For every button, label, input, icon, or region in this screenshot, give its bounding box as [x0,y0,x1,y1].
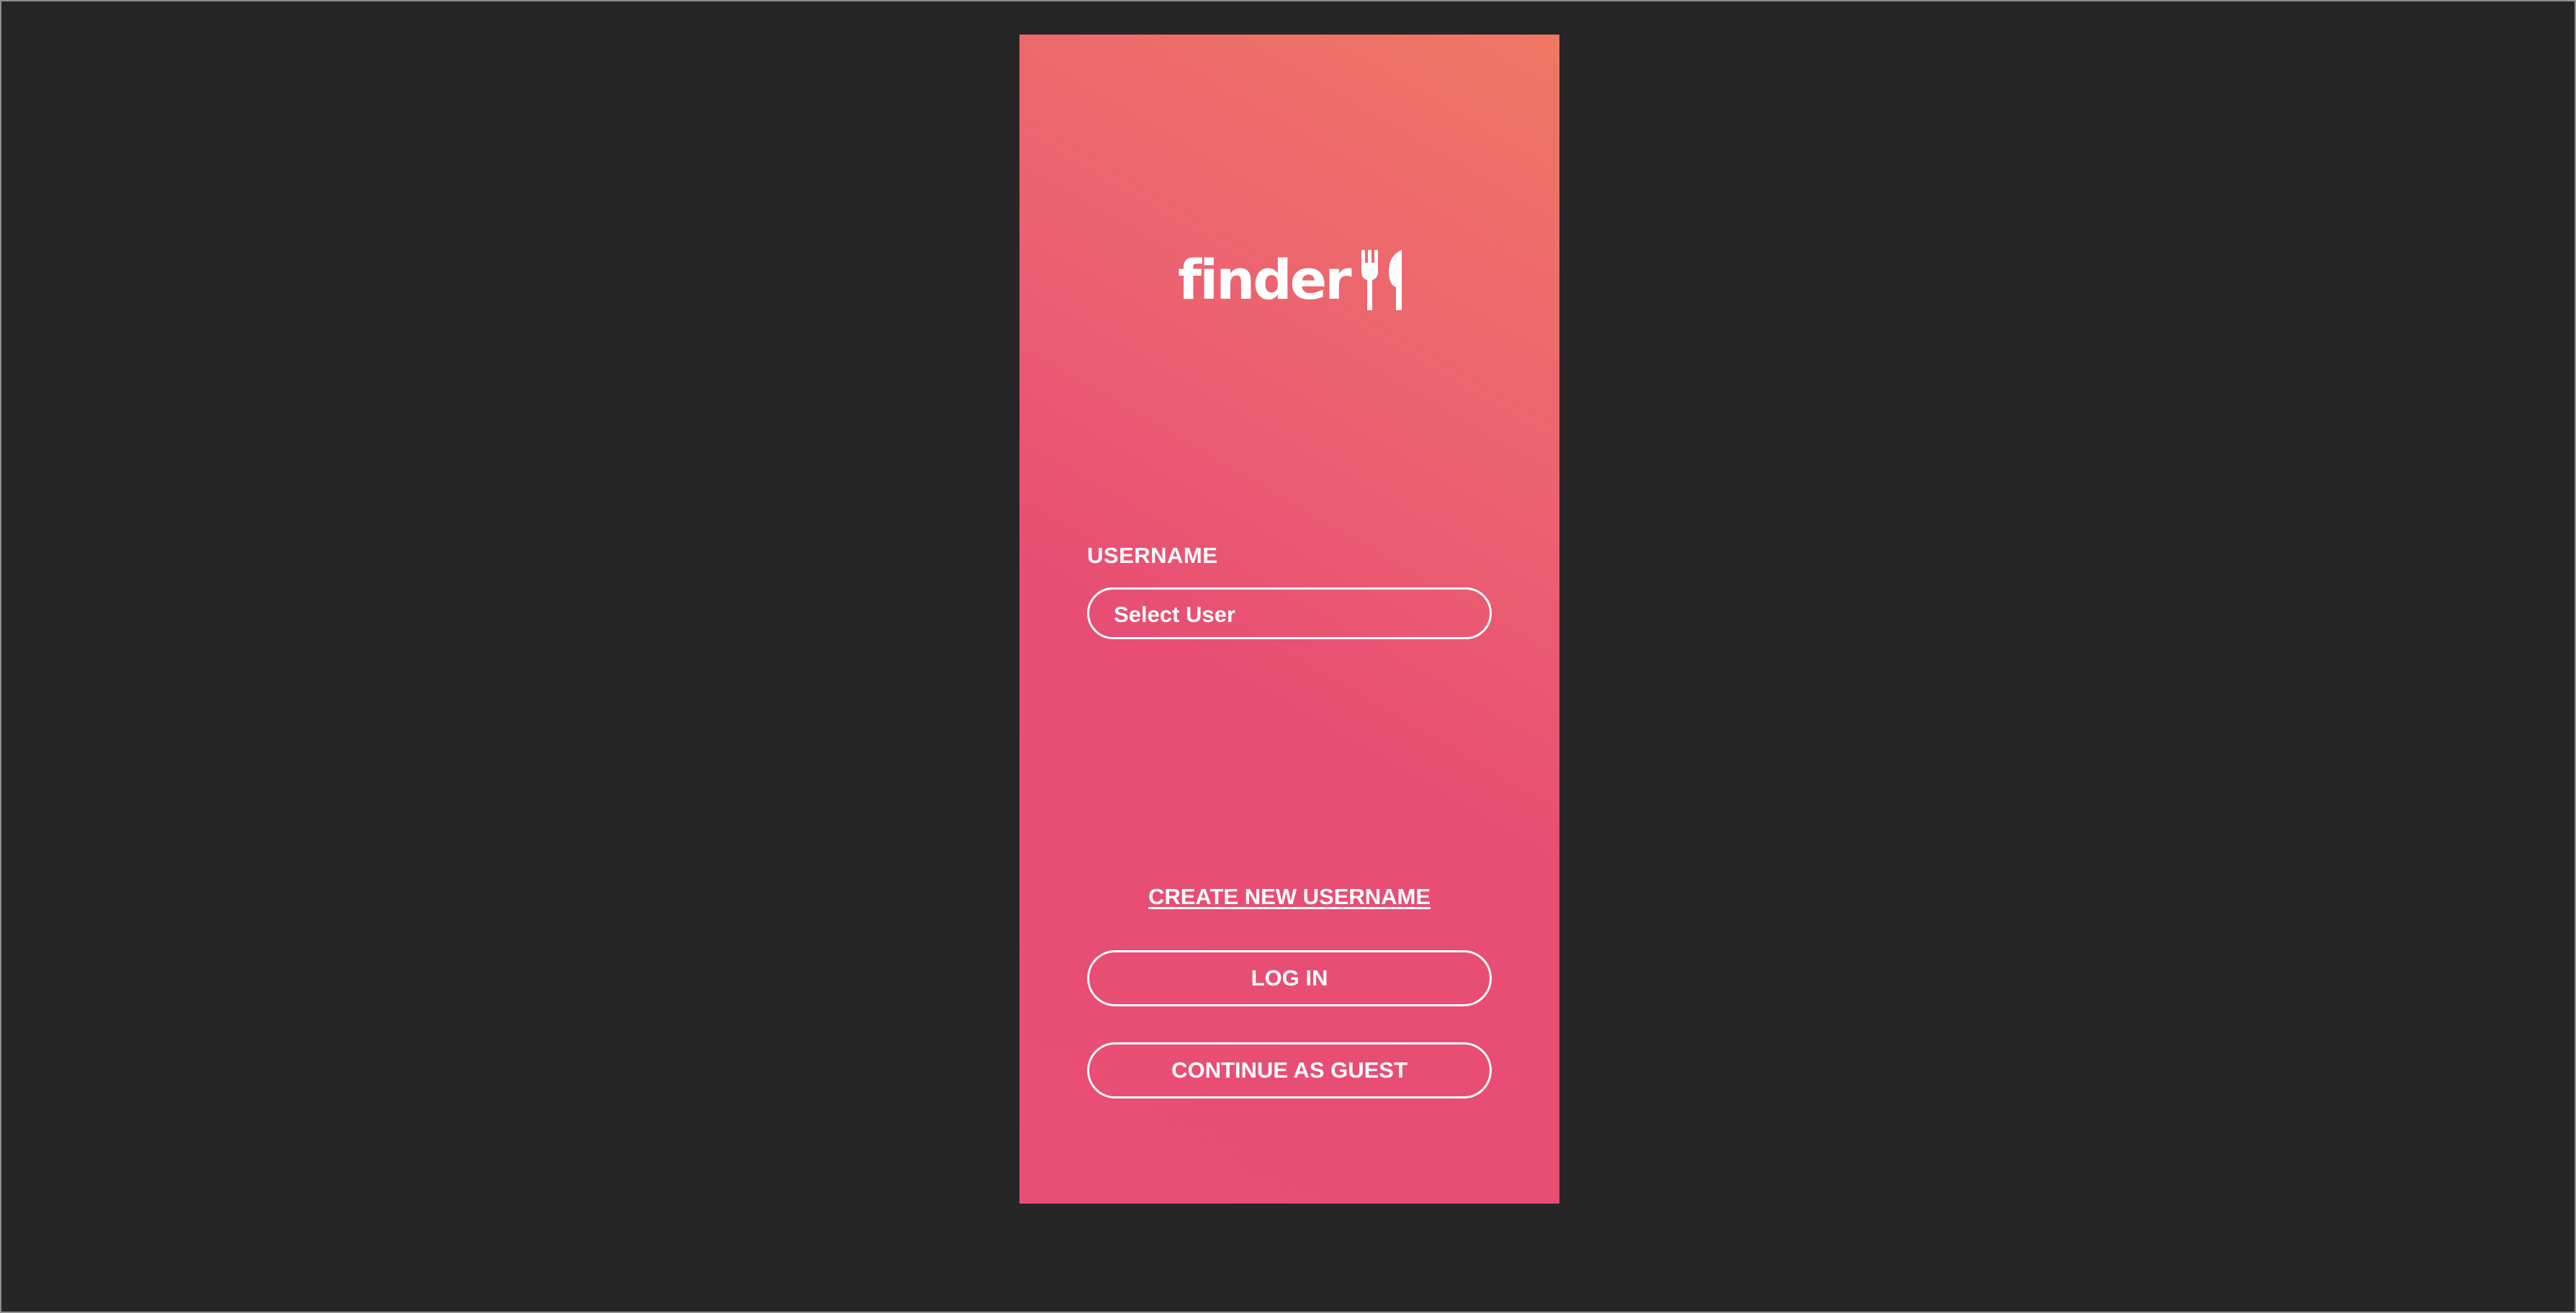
create-new-username-link[interactable]: CREATE NEW USERNAME [1019,884,1559,910]
fork-knife-icon [1360,250,1408,310]
username-select[interactable]: Select User [1087,587,1492,639]
desktop-background: finder USERNAME Select User CREATE NEW U… [0,0,2576,1313]
username-label: USERNAME [1087,543,1218,568]
login-button[interactable]: LOG IN [1087,950,1492,1006]
app-logo: finder [1178,240,1408,320]
username-select-value: Select User [1114,602,1235,627]
logo-text: finder [1178,248,1352,312]
app-screen: finder USERNAME Select User CREATE NEW U… [1019,35,1559,1204]
continue-as-guest-button[interactable]: CONTINUE AS GUEST [1087,1042,1492,1098]
